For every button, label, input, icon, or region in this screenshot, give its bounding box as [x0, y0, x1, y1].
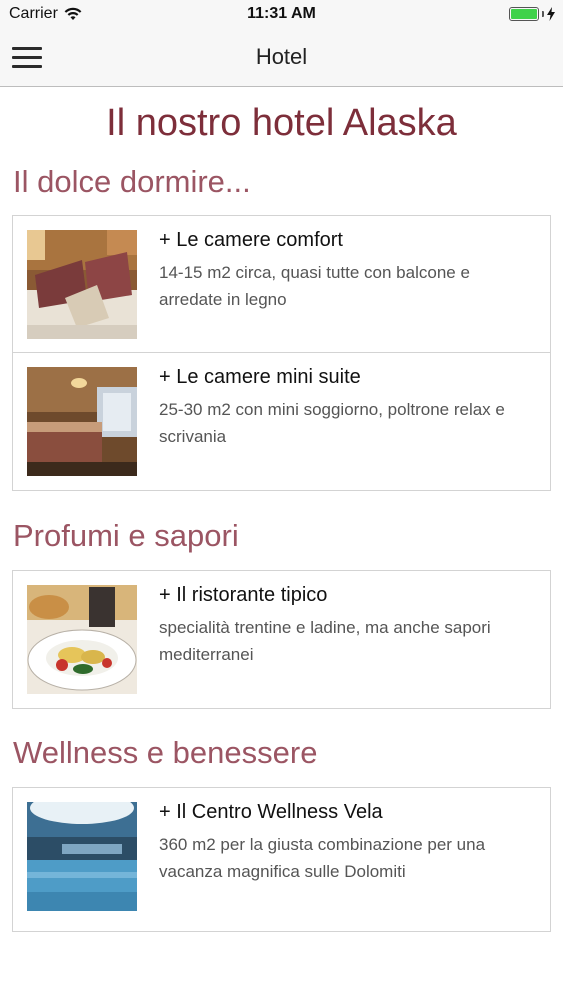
battery-indicator — [509, 7, 555, 21]
item-description: 25-30 m2 con mini soggiorno, poltrone re… — [159, 400, 505, 446]
restaurant-card: + Il ristorante tipico specialità trenti… — [12, 570, 551, 709]
item-description: 14-15 m2 circa, quasi tutte con balcone … — [159, 263, 470, 309]
list-item-camere-comfort[interactable]: + Le camere comfort 14-15 m2 circa, quas… — [13, 216, 550, 353]
wellness-pool-photo — [27, 802, 137, 911]
status-bar: Carrier 11:31 AM — [0, 0, 563, 30]
list-item-centro-wellness[interactable]: + Il Centro Wellness Vela 360 m2 per la … — [13, 788, 550, 931]
restaurant-dish-photo — [27, 585, 137, 694]
charging-bolt-icon — [547, 7, 555, 21]
item-description: 360 m2 per la giusta combinazione per un… — [159, 835, 486, 881]
navigation-bar: Hotel — [0, 30, 563, 87]
nav-title: Hotel — [255, 44, 308, 69]
item-title: + Il Centro Wellness Vela — [159, 801, 383, 823]
wellness-card: + Il Centro Wellness Vela 360 m2 per la … — [12, 787, 551, 932]
section-heading-sleeping: Il dolce dormire... — [13, 164, 251, 199]
room-mini-suite-photo — [27, 367, 137, 476]
battery-icon — [509, 7, 539, 21]
list-item-camere-mini-suite[interactable]: + Le camere mini suite 25-30 m2 con mini… — [13, 353, 550, 490]
section-heading-food: Profumi e sapori — [13, 518, 239, 553]
status-time: 11:31 AM — [247, 5, 316, 22]
room-comfort-photo — [27, 230, 137, 339]
section-heading-wellness: Wellness e benessere — [13, 735, 318, 770]
rooms-card: + Le camere comfort 14-15 m2 circa, quas… — [12, 215, 551, 491]
item-title: + Le camere comfort — [159, 229, 343, 251]
item-description: specialità trentine e ladine, ma anche s… — [159, 618, 491, 664]
item-title: + Le camere mini suite — [159, 366, 361, 388]
item-title: + Il ristorante tipico — [159, 584, 328, 606]
list-item-ristorante-tipico[interactable]: + Il ristorante tipico specialità trenti… — [13, 571, 550, 708]
page-title: Il nostro hotel Alaska — [106, 102, 457, 144]
